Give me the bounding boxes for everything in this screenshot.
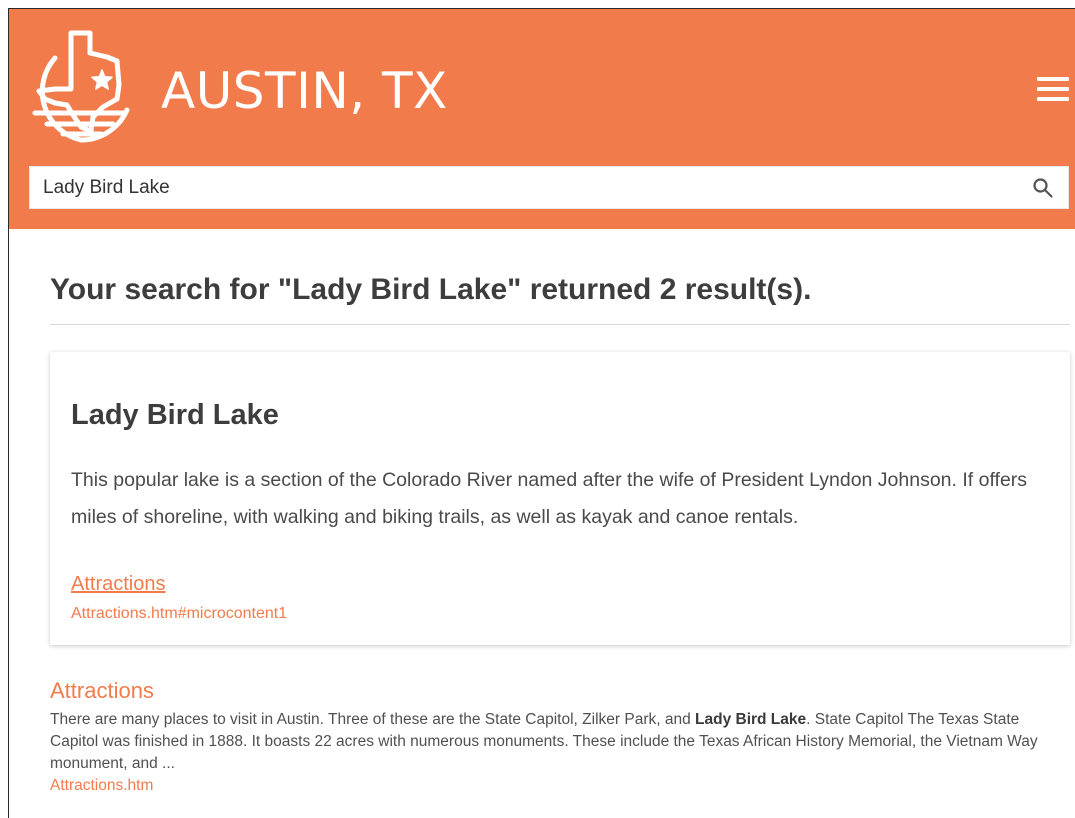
menu-bar-bottom — [1037, 97, 1069, 101]
browser-viewport: AUSTIN, TX Your search for "Lady Bird La… — [8, 8, 1075, 818]
featured-result-url: Attractions.htm#microcontent1 — [71, 605, 288, 622]
featured-result-card: Lady Bird Lake This popular lake is a se… — [50, 352, 1070, 645]
site-title[interactable]: AUSTIN, TX — [161, 61, 448, 121]
featured-result-title: Lady Bird Lake — [71, 399, 279, 431]
search-icon[interactable] — [1032, 177, 1054, 199]
excerpt-text-before: There are many places to visit in Austin… — [50, 711, 696, 728]
heading-divider — [50, 324, 1070, 325]
search-result-title-link[interactable]: Attractions — [50, 678, 154, 704]
featured-result-link[interactable]: Attractions — [71, 572, 165, 596]
search-result-url: Attractions.htm — [50, 777, 154, 794]
texas-star-logo-icon[interactable] — [27, 27, 135, 145]
featured-result-body: This popular lake is a section of the Co… — [71, 469, 1028, 528]
results-summary-heading: Your search for "Lady Bird Lake" returne… — [50, 273, 812, 306]
site-header: AUSTIN, TX — [9, 9, 1075, 229]
excerpt-search-highlight: Lady Bird Lake — [695, 711, 807, 728]
menu-bar-middle — [1037, 87, 1069, 91]
hamburger-menu-icon[interactable] — [1037, 75, 1071, 103]
search-input[interactable] — [30, 167, 1020, 208]
search-bar — [29, 166, 1069, 209]
menu-bar-top — [1037, 77, 1069, 81]
search-result-excerpt: There are many places to visit in Austin… — [50, 709, 1050, 775]
